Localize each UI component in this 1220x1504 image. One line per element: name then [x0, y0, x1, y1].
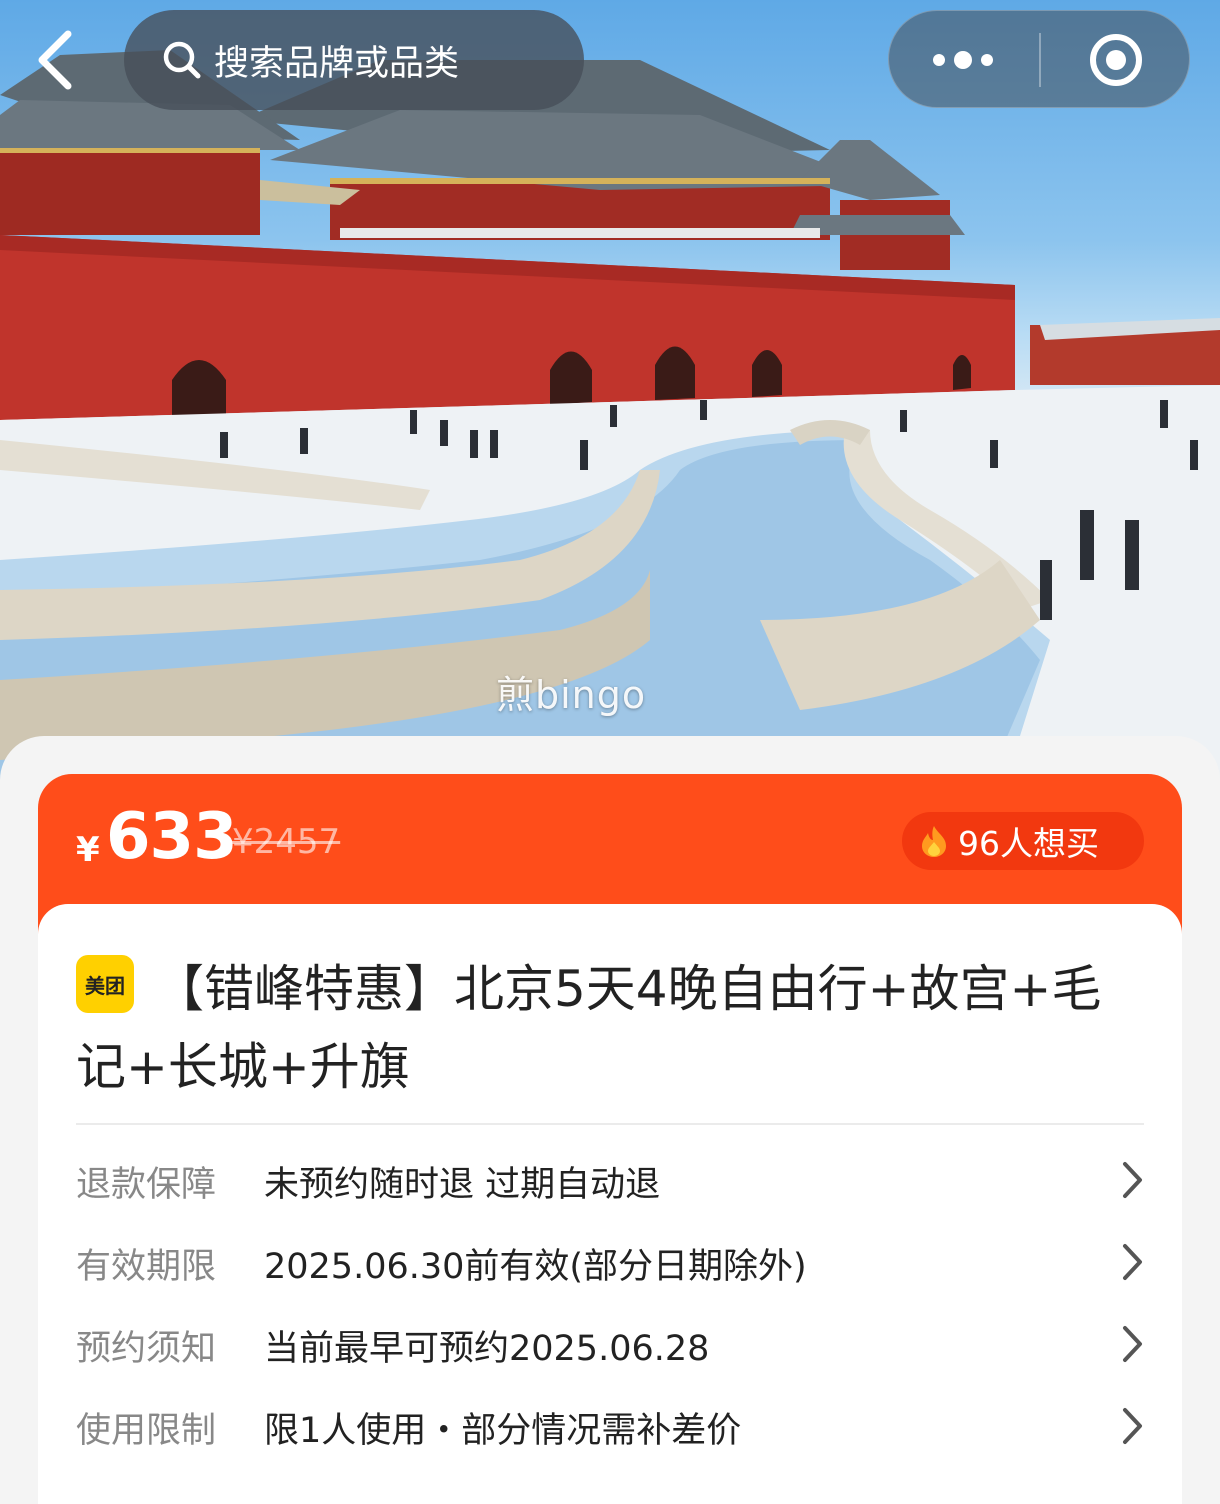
more-icon[interactable] [931, 49, 995, 71]
info-row-label: 退款保障 [76, 1165, 217, 1205]
price-currency: ¥ [76, 830, 100, 870]
want-count-badge: 96人想买 [902, 812, 1144, 870]
info-row-label: 预约须知 [76, 1329, 217, 1369]
mini-program-capsule [888, 10, 1190, 108]
info-row-value: 2025.06.30前有效(部分日期除外) [264, 1247, 807, 1287]
info-row-booking[interactable]: 预约须知 当前最早可预约2025.06.28 [76, 1312, 1144, 1376]
info-row-value: 当前最早可预约2025.06.28 [264, 1329, 710, 1369]
divider [76, 1123, 1144, 1125]
watermark-text: 煎bingo [496, 673, 647, 717]
close-mini-program-icon[interactable] [1089, 33, 1143, 87]
fire-icon [922, 826, 946, 857]
info-row-refund[interactable]: 退款保障 未预约随时退 过期自动退 [76, 1148, 1144, 1212]
info-row-usage-limit[interactable]: 使用限制 限1人使用・部分情况需补差价 [76, 1394, 1144, 1458]
info-row-label: 有效期限 [76, 1247, 217, 1287]
search-input[interactable]: 搜索品牌或品类 [124, 10, 584, 110]
chevron-left-icon [38, 30, 72, 90]
search-icon [163, 41, 201, 79]
info-row-validity[interactable]: 有效期限 2025.06.30前有效(部分日期除外) [76, 1230, 1144, 1294]
chevron-right-icon [1123, 1326, 1142, 1362]
capsule-divider [1039, 33, 1041, 87]
info-row-label: 使用限制 [76, 1411, 217, 1451]
info-row-value: 未预约随时退 过期自动退 [264, 1165, 661, 1205]
search-placeholder: 搜索品牌或品类 [214, 43, 460, 84]
price-current: 633 [106, 800, 238, 874]
info-row-value: 限1人使用・部分情况需补差价 [264, 1411, 742, 1451]
product-title: 【错峰特惠】北京5天4晚自由行+故宫+毛记+长城+升旗 [76, 960, 1102, 1096]
back-button[interactable] [30, 28, 90, 92]
chevron-right-icon [1123, 1408, 1142, 1444]
want-count-text: 96人想买 [958, 824, 1099, 863]
chevron-right-icon [1123, 1162, 1142, 1198]
price-original: ¥2457 [232, 822, 341, 862]
chevron-right-icon [1123, 1244, 1142, 1280]
hero-image[interactable]: 煎bingo [0, 0, 1220, 800]
